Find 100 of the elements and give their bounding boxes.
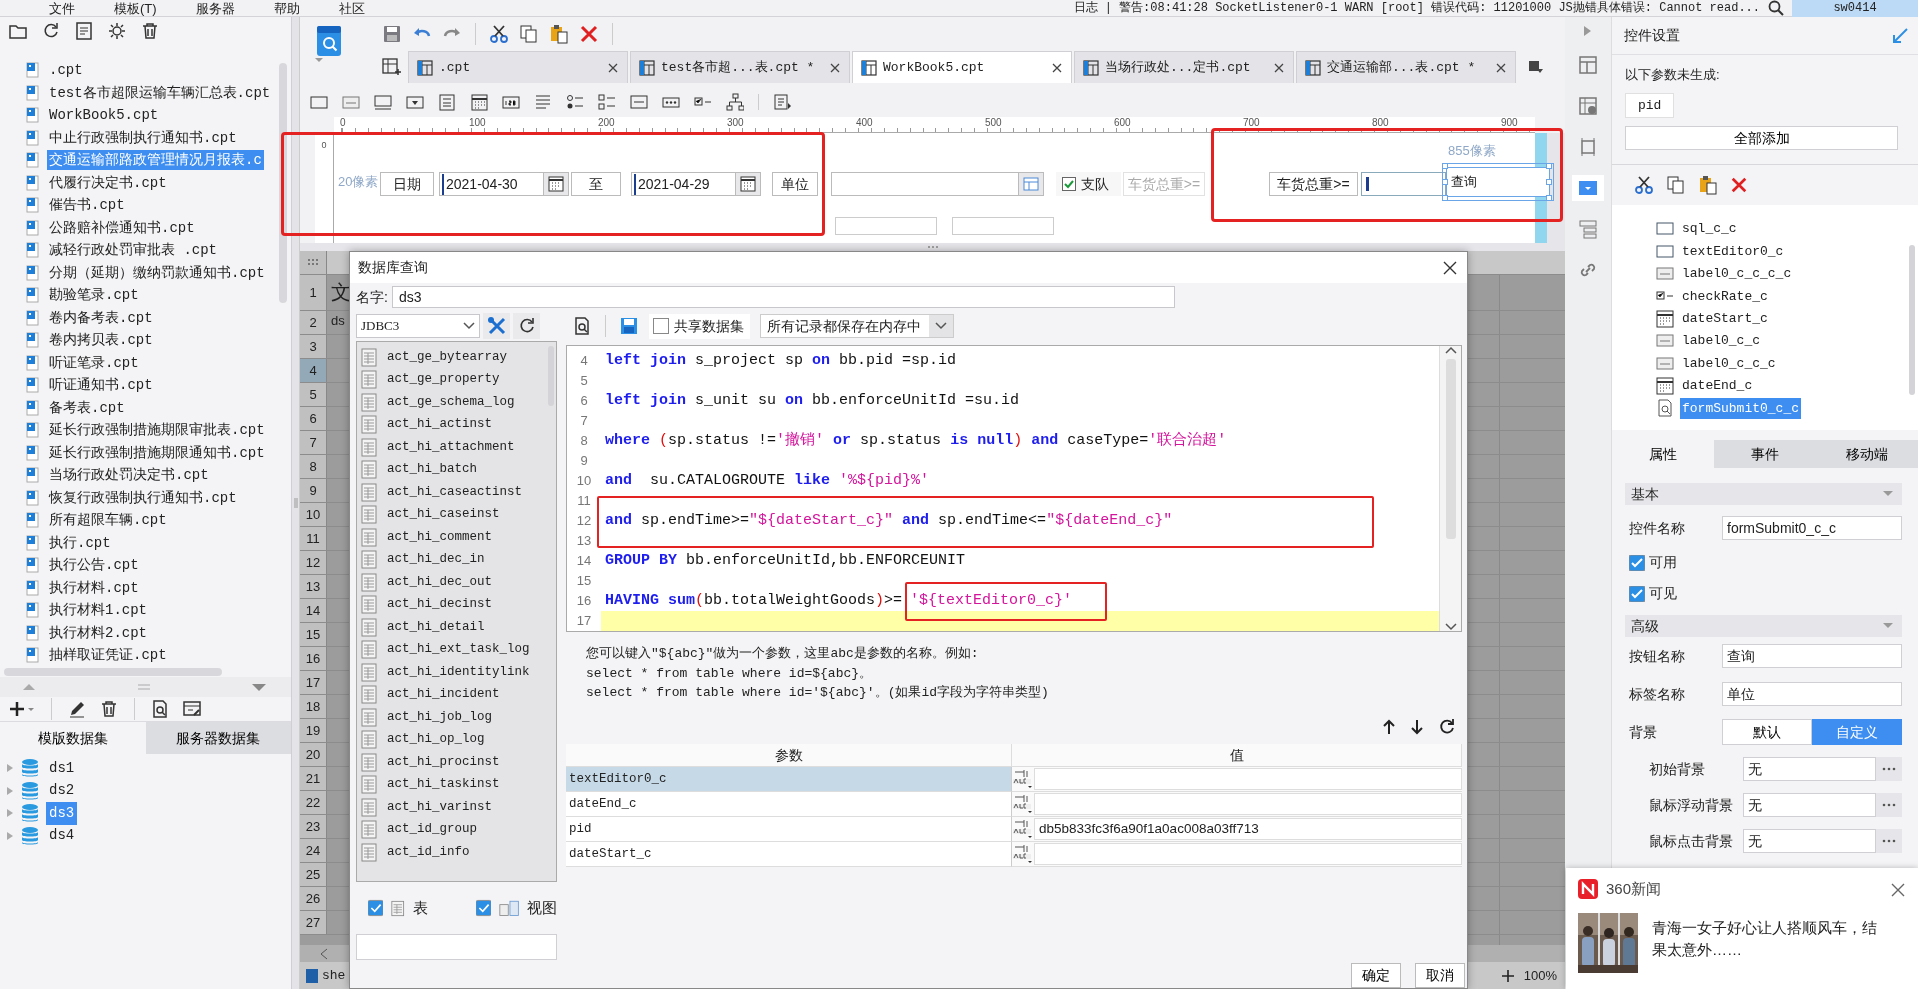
- widget-item[interactable]: label0_c_c: [1680, 330, 1762, 352]
- menu-item[interactable]: 帮助: [273, 0, 300, 16]
- query-button[interactable]: 查询: [1446, 167, 1550, 197]
- number-field-icon[interactable]: [502, 93, 520, 111]
- checkbox[interactable]: [1629, 554, 1645, 571]
- row-header[interactable]: 2: [300, 311, 327, 334]
- add-icon[interactable]: [8, 699, 36, 719]
- table-item[interactable]: act_hi_caseinst: [387, 505, 500, 525]
- background-field[interactable]: 无: [1743, 757, 1876, 781]
- document-tab[interactable]: 交通运输部...表.cpt *: [1296, 51, 1516, 83]
- parameter-name[interactable]: textEditor0_c: [566, 767, 1012, 792]
- table-item[interactable]: act_hi_taskinst: [387, 775, 500, 795]
- user-name[interactable]: sw0414: [1792, 0, 1918, 17]
- document-tab[interactable]: test各市超...表.cpt *: [630, 51, 850, 83]
- sheet-tab[interactable]: she: [322, 965, 346, 986]
- delete-icon[interactable]: [99, 699, 119, 719]
- property-tab[interactable]: 事件: [1714, 440, 1816, 468]
- table-item[interactable]: act_hi_varinst: [387, 797, 493, 817]
- expand-icon[interactable]: [6, 808, 14, 819]
- file-item[interactable]: 执行材料2.cpt: [47, 622, 149, 643]
- cut-icon[interactable]: [1634, 175, 1654, 195]
- menu-item[interactable]: 文件: [49, 0, 75, 16]
- row-header[interactable]: 8: [300, 455, 327, 478]
- calendar-icon[interactable]: [470, 93, 488, 111]
- scroll-up-icon[interactable]: [1444, 346, 1457, 354]
- file-item[interactable]: 代履行决定书.cpt: [47, 172, 169, 193]
- dropdown-icon[interactable]: [406, 93, 424, 111]
- file-item[interactable]: 备考表.cpt: [47, 397, 127, 418]
- checkbox-icon[interactable]: [1062, 177, 1076, 191]
- file-item[interactable]: 中止行政强制执行通知书.cpt: [47, 127, 239, 148]
- splitter-grip-icon[interactable]: [137, 684, 150, 690]
- new-report-icon[interactable]: [382, 58, 402, 76]
- move-up-icon[interactable]: [1382, 719, 1396, 735]
- close-icon[interactable]: [1051, 61, 1063, 74]
- row-header[interactable]: 23: [300, 815, 327, 838]
- save-icon[interactable]: [382, 24, 402, 44]
- more-widgets-icon[interactable]: [773, 93, 791, 111]
- widget-item[interactable]: textEditor0_c: [1680, 240, 1786, 263]
- text-field[interactable]: [1361, 172, 1446, 196]
- file-item[interactable]: 延长行政强制措施期限审批表.cpt: [47, 420, 267, 441]
- file-item[interactable]: 抽样取证凭证.cpt: [47, 645, 169, 666]
- collapse-down-icon[interactable]: [251, 683, 267, 691]
- delete-icon[interactable]: [140, 21, 160, 41]
- checkbox[interactable]: [475, 899, 491, 917]
- close-icon[interactable]: [1443, 260, 1457, 275]
- cancel-button[interactable]: 取消: [1415, 963, 1465, 988]
- table-item[interactable]: act_hi_procinst: [387, 752, 500, 772]
- row-header[interactable]: 10: [300, 503, 327, 526]
- row-header[interactable]: 24: [300, 839, 327, 862]
- row-header[interactable]: 26: [300, 887, 327, 910]
- row-header[interactable]: 13: [300, 575, 327, 598]
- table-item[interactable]: act_id_group: [387, 820, 477, 840]
- file-item[interactable]: .cpt: [47, 60, 85, 81]
- widget-item[interactable]: checkRate_c: [1680, 285, 1770, 308]
- property-tab[interactable]: 移动端: [1816, 440, 1918, 468]
- table-item[interactable]: act_hi_comment: [387, 527, 493, 547]
- file-item[interactable]: 听证笔录.cpt: [47, 352, 141, 373]
- scrollbar[interactable]: [1909, 245, 1915, 395]
- row-header[interactable]: 19: [300, 719, 327, 742]
- dock-icon[interactable]: [1892, 27, 1908, 44]
- type-icon[interactable]: [1012, 794, 1032, 814]
- close-icon[interactable]: [1890, 882, 1906, 899]
- row-header[interactable]: 7: [300, 431, 327, 454]
- copy-icon[interactable]: [1666, 175, 1686, 195]
- row-header[interactable]: 16: [300, 647, 327, 670]
- widget-item[interactable]: dateStart_c: [1680, 308, 1770, 330]
- splitter-grip-icon[interactable]: [926, 245, 939, 249]
- checkbox[interactable]: [368, 899, 384, 917]
- row-header[interactable]: 4: [300, 359, 327, 382]
- row-header[interactable]: 5: [300, 383, 327, 406]
- list-box-icon[interactable]: [438, 93, 456, 111]
- segment-button[interactable]: 默认: [1722, 719, 1812, 745]
- background-field[interactable]: 无: [1743, 793, 1876, 817]
- file-item[interactable]: 执行公告.cpt: [47, 555, 141, 576]
- add-all-button[interactable]: 全部添加: [1625, 126, 1898, 150]
- storage-select[interactable]: 所有记录都保存在内存中: [760, 314, 954, 338]
- dataset-item[interactable]: ds2: [46, 779, 78, 803]
- expand-icon[interactable]: [6, 785, 14, 796]
- paste-icon[interactable]: [549, 24, 569, 44]
- table-item[interactable]: act_ge_schema_log: [387, 392, 515, 412]
- report-preview-icon[interactable]: [314, 25, 344, 57]
- row-header[interactable]: 18: [300, 695, 327, 718]
- row-header[interactable]: 21: [300, 767, 327, 790]
- name-field[interactable]: ds3: [391, 286, 1175, 308]
- parameter-name[interactable]: dateStart_c: [566, 842, 1012, 867]
- tab-list-icon[interactable]: [1528, 60, 1544, 74]
- table-item[interactable]: act_hi_job_log: [387, 707, 493, 727]
- type-icon[interactable]: [1012, 769, 1032, 789]
- text-field[interactable]: 单位: [1722, 682, 1902, 706]
- dropdown-field[interactable]: [831, 172, 1044, 196]
- table-item[interactable]: act_hi_attachment: [387, 437, 515, 457]
- expand-panel-icon[interactable]: [1583, 25, 1593, 37]
- name-field[interactable]: formSubmit0_c_c: [1722, 516, 1902, 540]
- file-item[interactable]: 勘验笔录.cpt: [47, 285, 141, 306]
- preview-icon[interactable]: [572, 316, 592, 336]
- connection-select[interactable]: JDBC3: [356, 314, 480, 338]
- file-item[interactable]: 卷内备考表.cpt: [47, 307, 155, 328]
- row-header[interactable]: 11: [300, 527, 327, 550]
- dataset-item[interactable]: ds1: [46, 756, 78, 780]
- file-item[interactable]: 分期（延期）缴纳罚款通知书.cpt: [47, 262, 267, 283]
